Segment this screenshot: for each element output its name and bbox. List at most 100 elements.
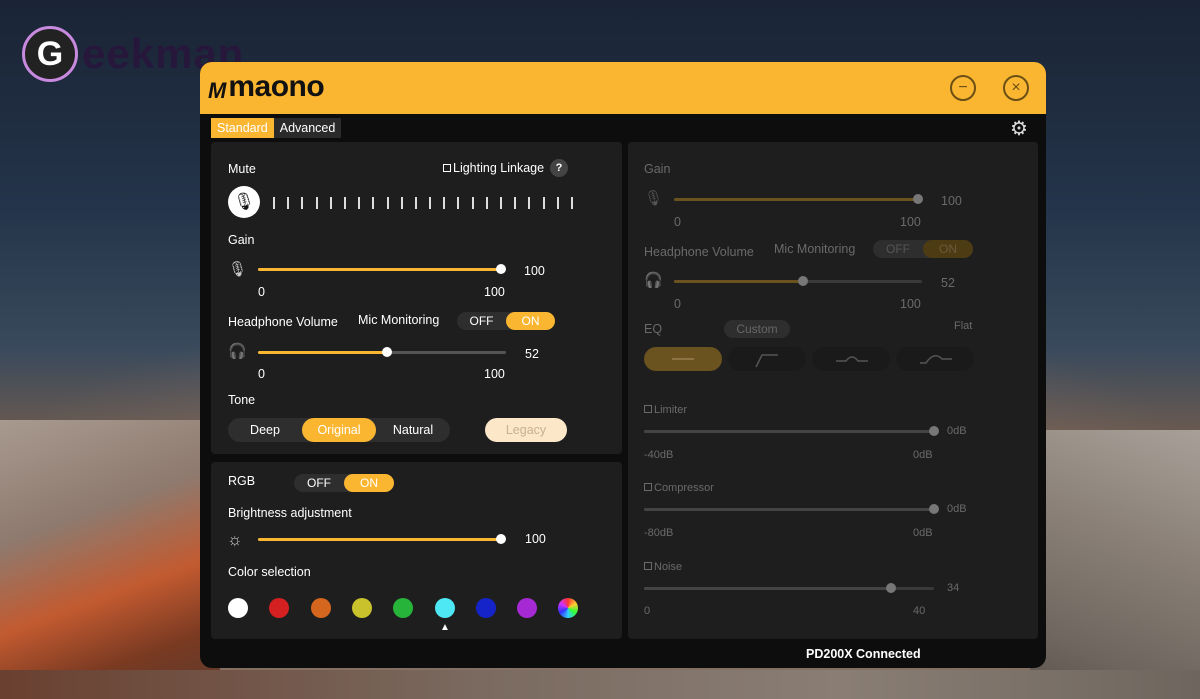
color-swatch[interactable] [517, 598, 538, 618]
eq-presence-icon [836, 356, 868, 362]
tone-label: Tone [228, 393, 256, 407]
gain-slider-fill [258, 268, 501, 271]
adv-headphone-slider[interactable] [674, 276, 922, 286]
noise-handle[interactable] [885, 583, 896, 593]
compressor-slider[interactable] [644, 504, 939, 514]
standard-rgb-panel: RGB OFF ON Brightness adjustment ☼ 100 C… [211, 462, 622, 639]
adv-headphone-icon: 🎧 [644, 272, 663, 289]
connection-status: PD200X Connected [806, 647, 921, 661]
brightness-handle[interactable] [496, 534, 506, 544]
tab-standard[interactable]: Standard [211, 118, 274, 138]
checkbox-icon [644, 562, 652, 570]
adv-headphone-handle[interactable] [797, 276, 808, 286]
compressor-handle[interactable] [929, 504, 939, 514]
adv-gain-slider[interactable] [674, 194, 923, 204]
headphone-volume-max: 100 [484, 367, 505, 381]
eq-boost-button[interactable] [896, 347, 974, 371]
color-swatch[interactable] [310, 598, 331, 618]
mic-monitoring-toggle[interactable]: OFF ON [457, 312, 555, 330]
adv-mic-monitoring-off[interactable]: OFF [873, 240, 923, 258]
tone-selector[interactable]: Deep Original Natural [228, 418, 450, 442]
color-swatch[interactable] [393, 598, 414, 618]
headphone-volume-value: 52 [525, 347, 539, 361]
mic-monitoring-off[interactable]: OFF [457, 312, 506, 330]
eq-flat-button[interactable] [644, 347, 722, 371]
noise-value: 34 [947, 582, 960, 594]
legacy-button[interactable]: Legacy [485, 418, 567, 442]
noise-checkbox[interactable]: Noise [644, 561, 682, 573]
headphone-volume-slider[interactable] [258, 347, 506, 357]
eq-mode-label: Flat [954, 320, 973, 332]
minimize-button[interactable]: − [950, 75, 976, 101]
adv-mic-monitoring-label: Mic Monitoring [774, 242, 856, 256]
gear-icon[interactable]: ⚙ [1010, 116, 1028, 141]
limiter-min: -40dB [644, 449, 674, 461]
color-swatch[interactable] [351, 598, 372, 618]
headphone-volume-fill [258, 351, 387, 354]
color-swatch[interactable] [558, 598, 579, 618]
compressor-checkbox[interactable]: Compressor [644, 482, 714, 494]
logo-mark-icon: M [208, 78, 227, 103]
mic-monitoring-on[interactable]: ON [506, 312, 555, 330]
eq-highpass-icon [755, 354, 778, 368]
compressor-value: 0dB [947, 503, 967, 515]
tone-original[interactable]: Original [302, 418, 376, 442]
limiter-slider[interactable] [644, 426, 939, 436]
adv-gain-min: 0 [674, 215, 681, 229]
color-swatch[interactable] [434, 598, 455, 618]
rgb-on[interactable]: ON [344, 474, 394, 492]
lighting-linkage-checkbox[interactable]: Lighting Linkage [443, 161, 544, 175]
color-swatch[interactable] [269, 598, 290, 618]
brightness-label: Brightness adjustment [228, 506, 352, 520]
checkbox-icon [644, 483, 652, 491]
adv-gain-value: 100 [941, 194, 962, 208]
tone-natural[interactable]: Natural [376, 418, 450, 442]
adv-mic-monitoring-toggle[interactable]: OFF ON [873, 240, 973, 258]
noise-slider[interactable] [644, 583, 934, 593]
limiter-handle[interactable] [929, 426, 939, 436]
rgb-toggle[interactable]: OFF ON [294, 474, 394, 492]
limiter-checkbox[interactable]: Limiter [644, 404, 687, 416]
headphone-volume-label: Headphone Volume [228, 315, 338, 329]
eq-custom-button[interactable]: Custom [724, 320, 790, 338]
background-rocks-left [0, 420, 220, 699]
gain-slider[interactable] [258, 264, 506, 274]
app-logo: M maono [208, 70, 325, 104]
adv-headphone-label: Headphone Volume [644, 245, 754, 259]
standard-audio-panel: Mute Lighting Linkage ? 🎙 Gain 🎙 100 0 1… [211, 142, 622, 454]
title-bar: M maono − × [200, 62, 1046, 114]
adv-gain-handle[interactable] [913, 194, 923, 204]
close-button[interactable]: × [1003, 75, 1029, 101]
headphone-icon: 🎧 [228, 343, 247, 360]
adv-gain-fill [674, 198, 918, 201]
app-window: M maono − × Standard Advanced ⚙ Mute Lig… [200, 62, 1046, 668]
compressor-label: Compressor [654, 482, 714, 494]
noise-max: 40 [913, 605, 926, 617]
background-rocks-bottom [0, 670, 1200, 699]
color-swatch[interactable] [228, 598, 248, 618]
mute-label: Mute [228, 162, 256, 176]
eq-presence-button[interactable] [812, 347, 890, 371]
gain-slider-handle[interactable] [496, 264, 506, 274]
gain-min: 0 [258, 285, 265, 299]
eq-highpass-button[interactable] [728, 347, 806, 371]
selected-color-indicator: ▲ [440, 622, 450, 633]
gain-max: 100 [484, 285, 505, 299]
eq-boost-icon [920, 355, 952, 364]
brightness-slider[interactable] [258, 534, 506, 544]
background-rocks-right [1030, 430, 1200, 699]
microphone-icon: 🎙 [228, 261, 248, 278]
mute-mic-button[interactable]: 🎙 [228, 186, 260, 218]
compressor-min: -80dB [644, 527, 674, 539]
adv-mic-monitoring-on[interactable]: ON [923, 240, 973, 258]
help-icon[interactable]: ? [550, 159, 568, 177]
mic-monitoring-label: Mic Monitoring [358, 313, 440, 327]
tab-advanced[interactable]: Advanced [273, 118, 342, 138]
color-swatch[interactable] [475, 598, 496, 618]
rgb-off[interactable]: OFF [294, 474, 344, 492]
limiter-max: 0dB [913, 449, 933, 461]
headphone-volume-handle[interactable] [381, 347, 392, 357]
checkbox-icon [644, 405, 652, 413]
tone-deep[interactable]: Deep [228, 418, 302, 442]
adv-headphone-fill [674, 280, 803, 283]
